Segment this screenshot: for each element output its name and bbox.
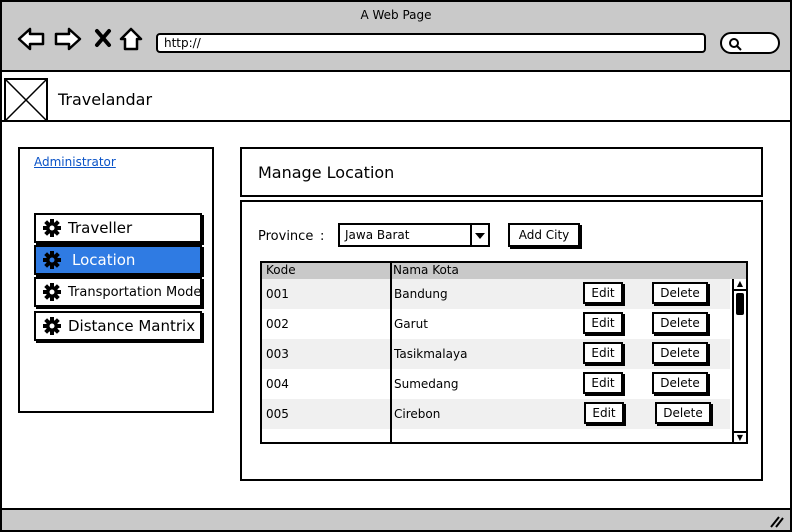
- logo-placeholder: [4, 78, 48, 122]
- delete-button[interactable]: Delete: [652, 282, 708, 304]
- administrator-link[interactable]: Administrator: [34, 155, 116, 169]
- status-bar: [2, 508, 790, 530]
- row-kode: 002: [266, 317, 289, 331]
- edit-button[interactable]: Edit: [583, 372, 623, 394]
- forward-button[interactable]: [53, 24, 83, 54]
- home-icon: [119, 27, 143, 51]
- edit-button[interactable]: Edit: [583, 342, 623, 364]
- image-placeholder-icon: [6, 80, 46, 120]
- row-kode: 005: [266, 407, 289, 421]
- location-panel: Province : Jawa Barat Add City Kode Nama…: [240, 200, 763, 481]
- arrow-left-icon: [17, 27, 45, 51]
- column-divider: [390, 263, 392, 442]
- edit-button[interactable]: Edit: [583, 312, 623, 334]
- chevron-down-icon: [470, 225, 488, 245]
- search-box[interactable]: [720, 32, 780, 54]
- page-title: Manage Location: [258, 163, 395, 182]
- browser-window: A Web Page http:// Travelandar Administr…: [0, 0, 792, 532]
- scroll-down-icon[interactable]: ▼: [734, 431, 746, 442]
- table-row: 001 Bandung Edit Delete: [262, 279, 730, 309]
- table-header: Kode Nama Kota: [262, 263, 746, 279]
- table-row: 003 Tasikmalaya Edit Delete: [262, 339, 730, 369]
- scrollbar-thumb[interactable]: [736, 293, 744, 315]
- app-header: Travelandar: [2, 74, 790, 122]
- close-icon: [95, 29, 111, 47]
- resize-grip-icon[interactable]: [768, 514, 784, 528]
- edit-button[interactable]: Edit: [583, 282, 623, 304]
- city-table: Kode Nama Kota 001 Bandung Edit Delete 0…: [260, 261, 748, 444]
- delete-button[interactable]: Delete: [652, 342, 708, 364]
- scroll-up-icon[interactable]: ▲: [734, 279, 746, 291]
- row-kode: 004: [266, 377, 289, 391]
- province-label: Province: [258, 229, 314, 244]
- gear-icon: [42, 218, 62, 238]
- delete-button[interactable]: Delete: [655, 402, 711, 424]
- sidebar-item-label: Traveller: [68, 219, 133, 237]
- row-kode: 001: [266, 287, 289, 301]
- row-nama-kota: Bandung: [394, 287, 448, 301]
- table-row: 005 Cirebon Edit Delete: [262, 399, 730, 429]
- edit-button[interactable]: Edit: [584, 402, 624, 424]
- sidebar-item-label: Distance Mantrix: [68, 317, 196, 335]
- window-title: A Web Page: [360, 8, 432, 22]
- search-icon: [729, 38, 742, 51]
- province-colon: :: [320, 229, 325, 244]
- column-header-nama-kota: Nama Kota: [393, 263, 459, 277]
- province-select-value: Jawa Barat: [345, 228, 410, 242]
- back-button[interactable]: [16, 24, 46, 54]
- page-title-panel: Manage Location: [240, 147, 763, 197]
- stop-button[interactable]: [90, 24, 120, 54]
- row-nama-kota: Tasikmalaya: [394, 347, 468, 361]
- sidebar-item-label: Location: [72, 251, 136, 269]
- province-select[interactable]: Jawa Barat: [338, 223, 490, 247]
- sidebar-item-transportation-mode[interactable]: Transportation Mode: [34, 277, 202, 307]
- browser-chrome: A Web Page http://: [2, 2, 790, 72]
- row-nama-kota: Cirebon: [394, 407, 441, 421]
- add-city-button[interactable]: Add City: [508, 223, 580, 247]
- column-header-kode: Kode: [266, 263, 296, 277]
- sidebar-item-label: Transportation Mode: [68, 284, 202, 300]
- url-bar[interactable]: http://: [156, 33, 706, 53]
- sidebar-item-traveller[interactable]: Traveller: [34, 213, 202, 243]
- row-nama-kota: Sumedang: [394, 377, 459, 391]
- table-row: 004 Sumedang Edit Delete: [262, 369, 730, 399]
- sidebar-item-location[interactable]: Location: [34, 245, 202, 275]
- table-scrollbar[interactable]: ▲ ▼: [732, 279, 746, 442]
- gear-icon: [42, 250, 62, 270]
- home-button[interactable]: [118, 24, 148, 54]
- delete-button[interactable]: Delete: [652, 372, 708, 394]
- sidebar: Administrator Traveller Location Transpo…: [18, 147, 214, 413]
- row-kode: 003: [266, 347, 289, 361]
- sidebar-item-distance-matrix[interactable]: Distance Mantrix: [34, 311, 202, 341]
- arrow-right-icon: [54, 27, 82, 51]
- gear-icon: [42, 282, 62, 302]
- app-title: Travelandar: [58, 90, 153, 109]
- table-row: 002 Garut Edit Delete: [262, 309, 730, 339]
- gear-icon: [42, 316, 62, 336]
- delete-button[interactable]: Delete: [652, 312, 708, 334]
- row-nama-kota: Garut: [394, 317, 428, 331]
